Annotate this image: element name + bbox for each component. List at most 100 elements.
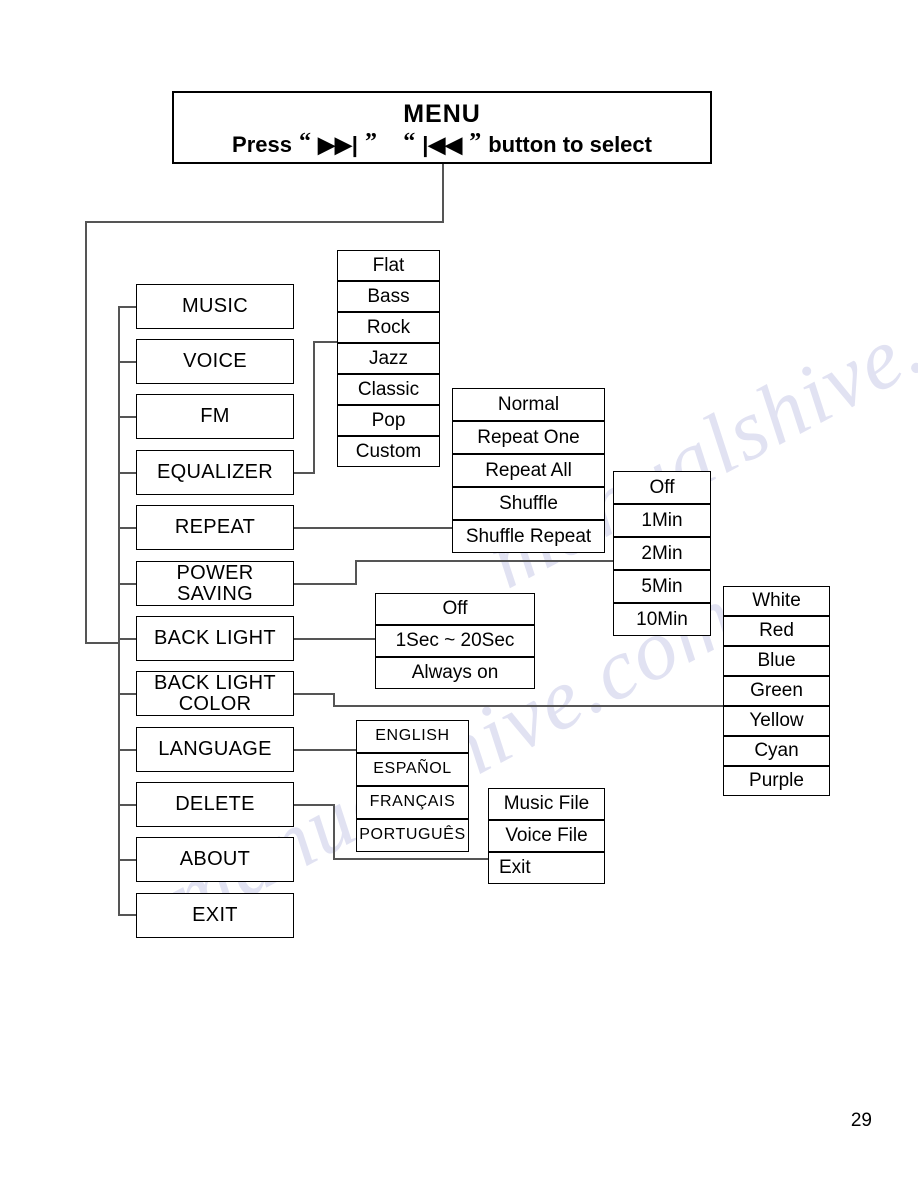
equalizer-option-pop[interactable]: Pop [337,405,440,436]
menu-item-back-light-color[interactable]: BACK LIGHT COLOR [136,671,294,716]
equalizer-option-classic[interactable]: Classic [337,374,440,405]
menu-item-label-second-line: SAVING [177,582,253,605]
back-light-color-option-green[interactable]: Green [723,676,830,706]
option-label: Repeat One [477,426,580,448]
diagram-page: manualshive.com manualshive.com MENU Pre… [0,0,918,1188]
repeat-option-normal[interactable]: Normal [452,388,605,421]
connector-stub [118,306,136,308]
option-label: ESPAÑOL [373,760,452,778]
equalizer-option-rock[interactable]: Rock [337,312,440,343]
language-option-portugues[interactable]: PORTUGUÊS [356,819,469,852]
language-option-espanol[interactable]: ESPAÑOL [356,753,469,786]
back-light-option-1sec-20sec[interactable]: 1Sec ~ 20Sec [375,625,535,657]
equalizer-option-flat[interactable]: Flat [337,250,440,281]
connector-backlight-color-out [293,693,335,695]
language-option-english[interactable]: ENGLISH [356,720,469,753]
connector-trunk-horizontal [85,221,444,223]
power-saving-option-2min[interactable]: 2Min [613,537,711,570]
option-label: 2Min [641,542,683,564]
menu-item-label: REPEAT [174,516,256,538]
connector-stub [118,416,136,418]
option-label: Normal [497,393,560,415]
menu-item-label: MUSIC [182,295,248,317]
delete-option-voice-file[interactable]: Voice File [488,820,605,852]
connector-stub [118,859,136,861]
page-title: MENU [403,100,481,128]
connector-stub [118,361,136,363]
connector-stub [118,804,136,806]
back-light-option-off[interactable]: Off [375,593,535,625]
connector-delete-down [333,804,335,860]
menu-item-label: BACK LIGHT [154,671,276,694]
power-saving-option-10min[interactable]: 10Min [613,603,711,636]
option-label: Purple [749,770,804,792]
option-label: Music File [503,793,590,815]
page-number: 29 [850,1110,872,1131]
language-option-francais[interactable]: FRANÇAIS [356,786,469,819]
equalizer-option-bass[interactable]: Bass [337,281,440,312]
menu-item-label: DELETE [175,793,255,815]
menu-item-voice[interactable]: VOICE [136,339,294,384]
back-light-color-option-purple[interactable]: Purple [723,766,830,796]
option-label: Cyan [754,740,799,762]
connector-stub [118,749,136,751]
connector-equalizer-in [313,341,338,343]
menu-item-fm[interactable]: FM [136,394,294,439]
button-to-select-label: button to select [488,132,652,157]
menu-item-label: EXIT [192,904,238,926]
option-label: ENGLISH [375,727,450,745]
connector-power-in [355,560,615,562]
option-label: Bass [367,285,410,307]
option-label: 1Sec ~ 20Sec [395,630,515,652]
connector-repeat [293,527,452,529]
menu-item-label-second-line: COLOR [178,692,252,715]
option-label: Pop [371,409,406,431]
menu-item-repeat[interactable]: REPEAT [136,505,294,550]
menu-item-music[interactable]: MUSIC [136,284,294,329]
option-label: PORTUGUÊS [359,826,466,844]
back-light-option-always-on[interactable]: Always on [375,657,535,689]
menu-item-exit[interactable]: EXIT [136,893,294,938]
menu-item-label: POWER [176,561,254,584]
connector-backlight-color-in [333,705,725,707]
back-light-color-option-white[interactable]: White [723,586,830,616]
back-light-color-option-red[interactable]: Red [723,616,830,646]
option-label: FRANÇAIS [369,793,456,811]
repeat-option-shuffle-repeat[interactable]: Shuffle Repeat [452,520,605,553]
repeat-option-repeat-one[interactable]: Repeat One [452,421,605,454]
menu-item-power-saving[interactable]: POWER SAVING [136,561,294,606]
option-label: Yellow [749,710,804,732]
option-label: Red [759,620,794,642]
back-light-color-option-cyan[interactable]: Cyan [723,736,830,766]
repeat-option-repeat-all[interactable]: Repeat All [452,454,605,487]
back-light-color-option-blue[interactable]: Blue [723,646,830,676]
menu-item-label: FM [200,405,230,427]
option-label: Custom [355,440,422,462]
menu-item-delete[interactable]: DELETE [136,782,294,827]
power-saving-option-1min[interactable]: 1Min [613,504,711,537]
back-light-color-option-yellow[interactable]: Yellow [723,706,830,736]
delete-option-exit[interactable]: Exit [488,852,605,884]
equalizer-option-custom[interactable]: Custom [337,436,440,467]
menu-item-equalizer[interactable]: EQUALIZER [136,450,294,495]
option-label: Green [750,680,803,702]
menu-item-about[interactable]: ABOUT [136,837,294,882]
connector-stub [118,527,136,529]
power-saving-option-off[interactable]: Off [613,471,711,504]
connector-equalizer-out [293,472,315,474]
connector-stub [118,583,136,585]
menu-item-label: BACK LIGHT [154,627,276,649]
menu-item-back-light[interactable]: BACK LIGHT [136,616,294,661]
menu-instruction: Press “ ▶▶| ” “ |◀◀ ” button to select [174,130,710,157]
option-label: Repeat All [485,459,572,481]
connector-power-up [355,560,357,585]
repeat-option-shuffle[interactable]: Shuffle [452,487,605,520]
equalizer-option-jazz[interactable]: Jazz [337,343,440,374]
option-label: 5Min [641,575,683,597]
connector-stub [118,693,136,695]
delete-option-music-file[interactable]: Music File [488,788,605,820]
menu-item-language[interactable]: LANGUAGE [136,727,294,772]
connector-stub [118,472,136,474]
connector-delete-out [293,804,335,806]
power-saving-option-5min[interactable]: 5Min [613,570,711,603]
